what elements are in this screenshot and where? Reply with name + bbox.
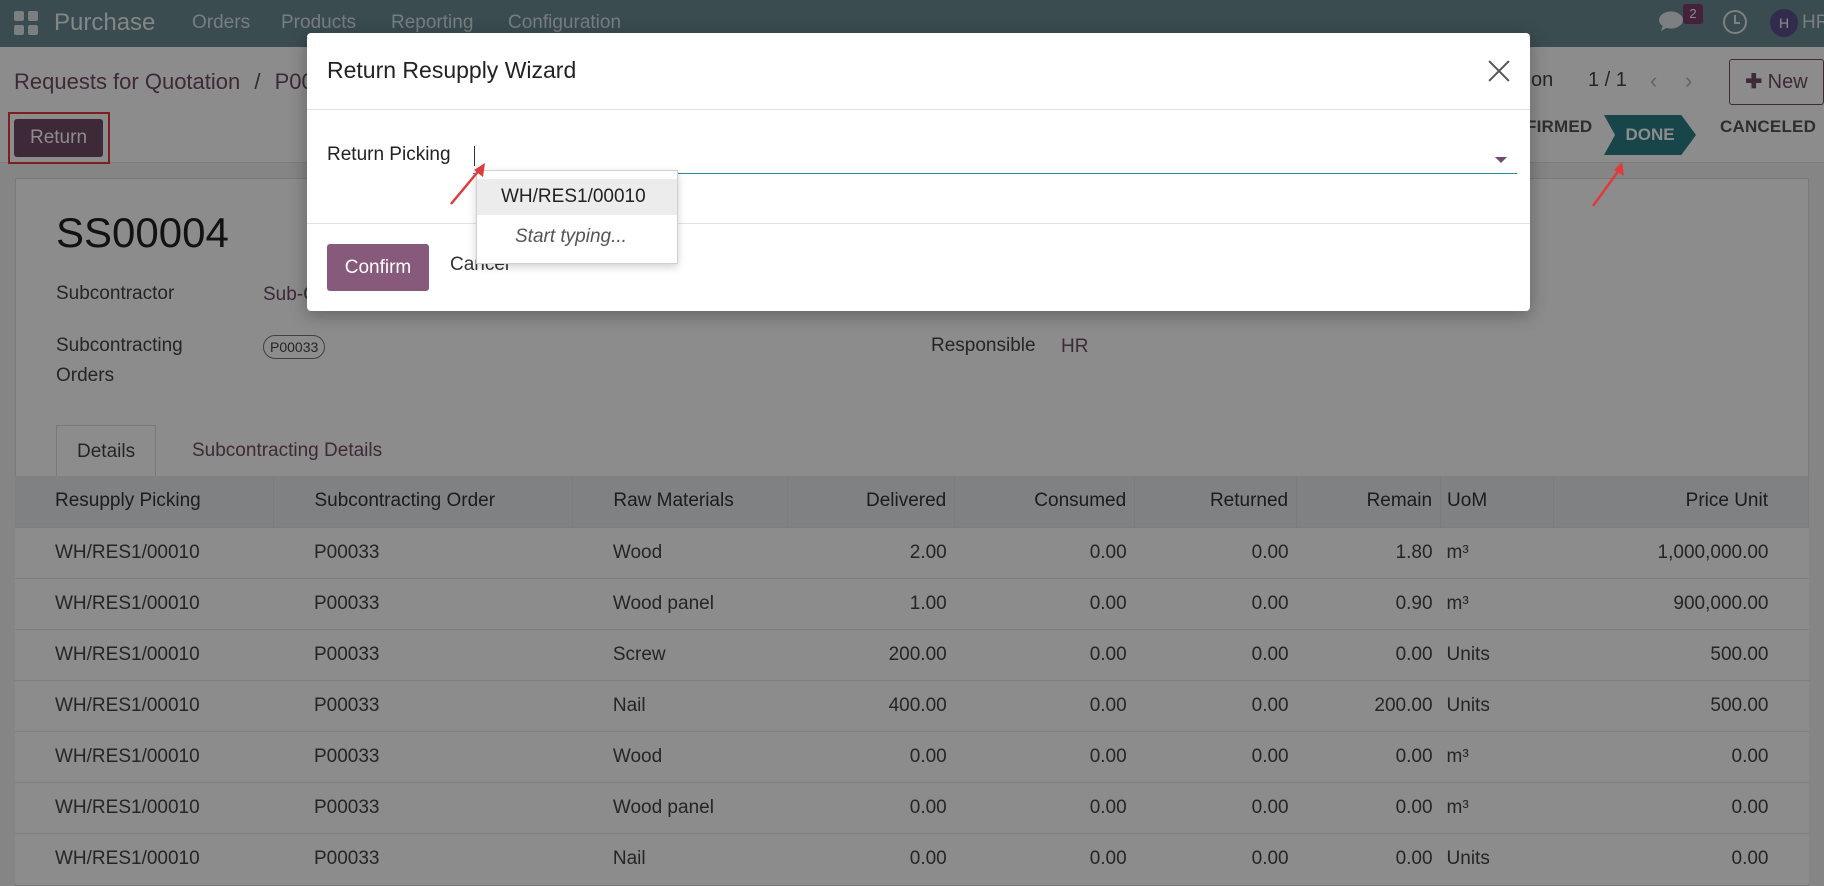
modal-header: Return Resupply Wizard bbox=[307, 33, 1530, 110]
dropdown-caret-icon[interactable] bbox=[1495, 157, 1507, 163]
return-picking-label: Return Picking bbox=[327, 144, 451, 165]
annotation-arrow-icon bbox=[1591, 162, 1624, 207]
dropdown-option[interactable]: WH/RES1/00010 bbox=[477, 179, 677, 215]
dropdown-start-typing-hint[interactable]: Start typing... bbox=[515, 226, 627, 248]
close-icon[interactable] bbox=[1487, 59, 1511, 83]
confirm-button[interactable]: Confirm bbox=[327, 244, 429, 291]
modal-title: Return Resupply Wizard bbox=[327, 57, 577, 83]
annotation-arrow-icon bbox=[450, 163, 485, 205]
return-picking-dropdown: WH/RES1/00010 Start typing... bbox=[476, 170, 678, 264]
